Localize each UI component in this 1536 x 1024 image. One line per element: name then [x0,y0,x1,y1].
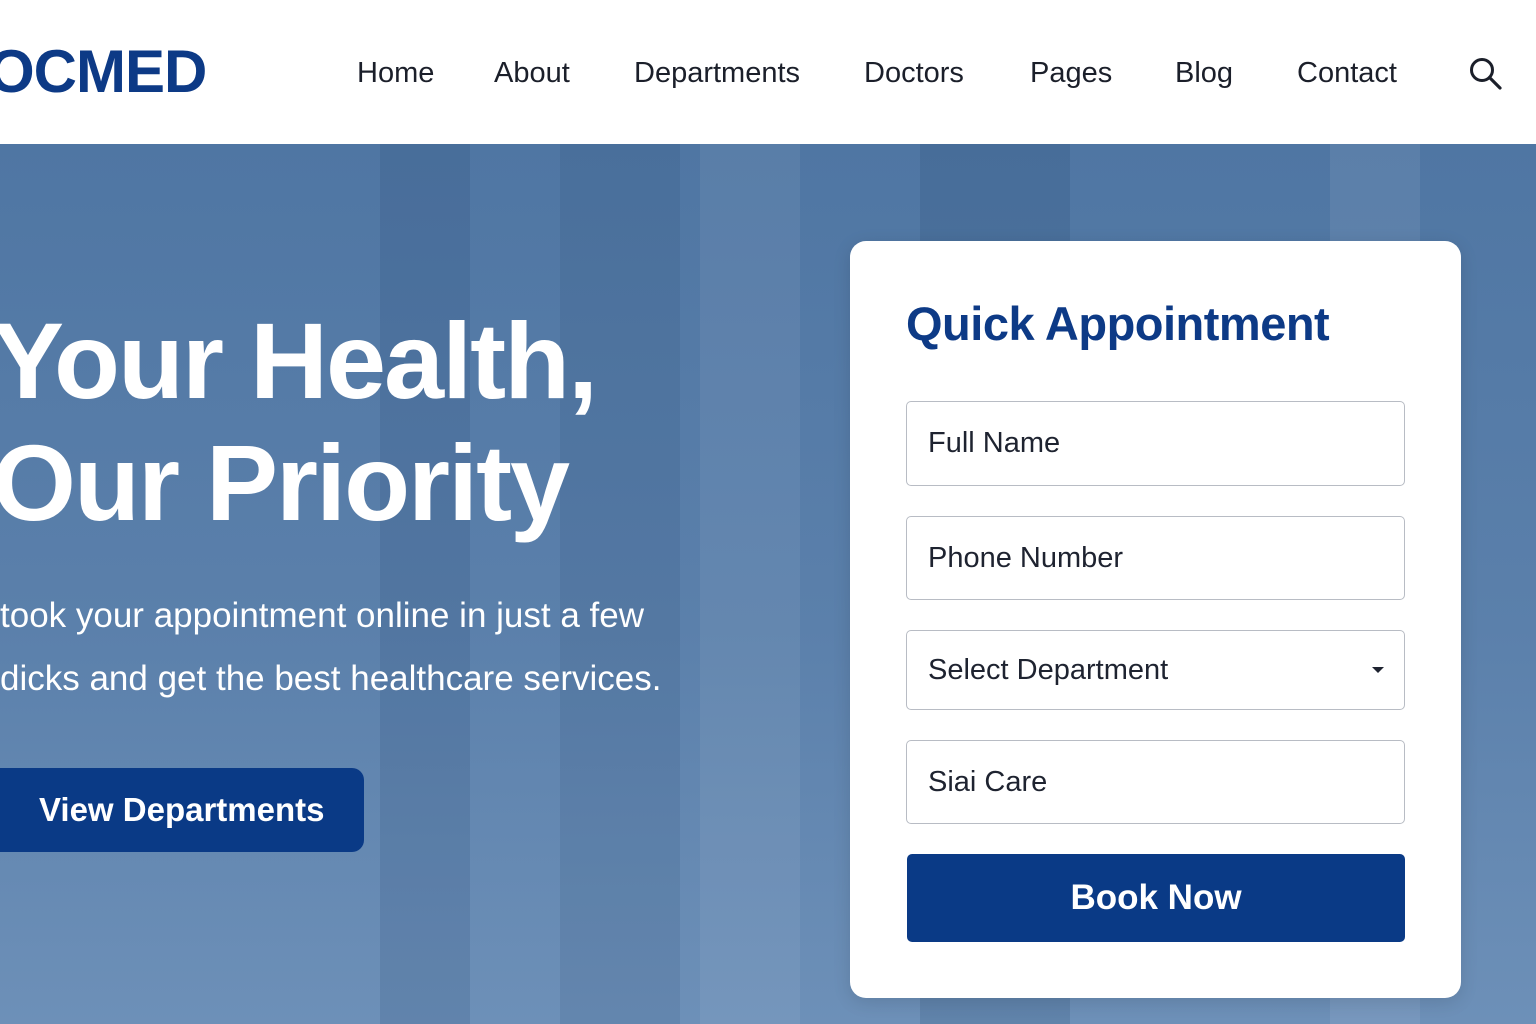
nav-contact[interactable]: Contact [1297,55,1397,91]
nav-about[interactable]: About [494,55,570,91]
nav-departments[interactable]: Departments [634,55,800,91]
site-logo[interactable]: OCMED [0,38,207,106]
full-name-placeholder: Full Name [928,427,1061,459]
hero-subtext-line: dicks and get the best healthcare servic… [0,659,662,698]
nav-home[interactable]: Home [357,55,434,91]
nav-doctors[interactable]: Doctors [864,55,964,91]
book-now-button[interactable]: Book Now [907,854,1405,942]
department-select-value: Select Department [928,653,1169,686]
care-input[interactable]: Siai Care [906,740,1405,824]
department-select[interactable]: Select Department [906,630,1405,710]
site-header: OCMED Home About Departments Doctors Pag… [0,0,1536,144]
nav-blog[interactable]: Blog [1175,55,1233,91]
hero-subtext: took your appointment online in just a f… [0,584,661,710]
hero-headline: Your Health, Our Priority [0,300,598,544]
hero-headline-line: Your Health, [0,300,598,421]
search-icon[interactable] [1468,56,1504,92]
background-panel [700,144,800,1024]
phone-number-input[interactable]: Phone Number [906,516,1405,600]
phone-number-placeholder: Phone Number [928,541,1124,574]
full-name-input[interactable]: Full Name [906,401,1405,486]
hero-subtext-line: took your appointment online in just a f… [0,596,644,635]
hero-headline-line: Our Priority [0,422,570,543]
chevron-down-icon [1372,667,1384,673]
nav-pages[interactable]: Pages [1030,55,1112,91]
care-input-value: Siai Care [928,765,1048,798]
appointment-title: Quick Appointment [906,297,1330,350]
view-departments-button[interactable]: View Departments [0,768,364,852]
